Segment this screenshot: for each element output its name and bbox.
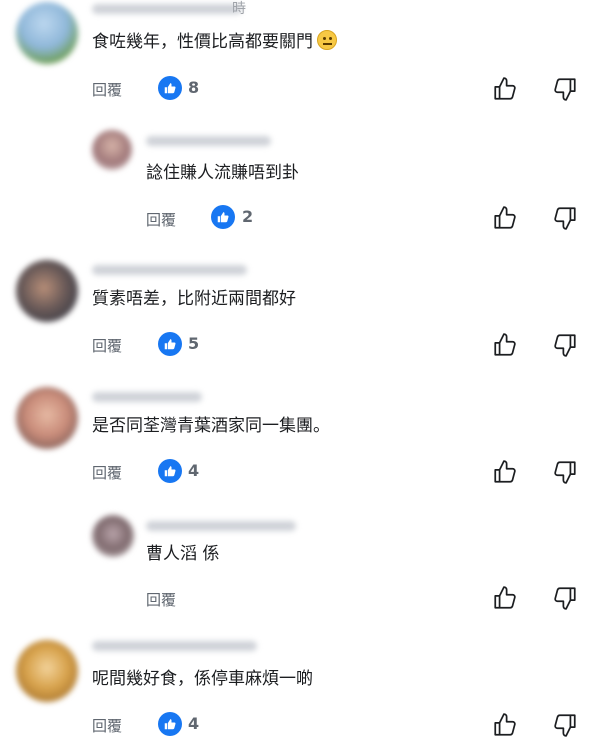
avatar[interactable] — [16, 2, 78, 64]
comment-text: 食咗幾年，性價比高都要關門 — [92, 30, 337, 54]
commenter-name[interactable] — [146, 521, 296, 531]
reply-button[interactable]: 回覆 — [92, 335, 122, 356]
reply-button[interactable]: 回覆 — [146, 589, 176, 610]
like-reaction-icon — [211, 205, 235, 229]
commenter-name[interactable] — [92, 4, 242, 14]
comment-5: 曹人滔 係 回覆 — [0, 505, 600, 630]
comment-text: 是否同荃灣青葉酒家同一集團。 — [92, 416, 330, 436]
comment-3: 質素唔差，比附近兩間都好 回覆 5 — [0, 255, 600, 375]
commenter-name[interactable] — [92, 641, 257, 651]
avatar[interactable] — [92, 130, 132, 170]
like-reaction-icon — [158, 76, 182, 100]
like-count: 5 — [188, 334, 200, 353]
thumbs-up-icon[interactable] — [490, 457, 520, 487]
timestamp-fragment: 時 — [232, 1, 246, 17]
comment-text: 呢間幾好食，係停車麻煩一啲 — [92, 669, 313, 689]
like-reaction-icon — [158, 459, 182, 483]
thumbs-up-icon[interactable] — [490, 710, 520, 740]
comment-4: 是否同荃灣青葉酒家同一集團。 回覆 4 — [0, 380, 600, 505]
commenter-name[interactable] — [92, 265, 247, 275]
thumbs-up-icon[interactable] — [490, 330, 520, 360]
like-count: 2 — [242, 207, 254, 226]
like-count: 8 — [188, 78, 200, 97]
commenter-name[interactable] — [92, 392, 202, 402]
comment-2: 諗住賺人流賺唔到卦 回覆 2 — [0, 120, 600, 250]
comment-6: 呢間幾好食，係停車麻煩一啲 回覆 4 — [0, 635, 600, 751]
thumbs-down-icon[interactable] — [550, 457, 580, 487]
thumbs-down-icon[interactable] — [550, 330, 580, 360]
comment-text: 質素唔差，比附近兩間都好 — [92, 289, 296, 309]
reply-button[interactable]: 回覆 — [92, 462, 122, 483]
like-count: 4 — [188, 714, 200, 733]
avatar[interactable] — [16, 260, 78, 322]
like-count: 4 — [188, 461, 200, 480]
thumbs-up-icon[interactable] — [490, 583, 520, 613]
commenter-name[interactable] — [146, 136, 271, 146]
avatar[interactable] — [16, 387, 78, 449]
reply-button[interactable]: 回覆 — [92, 79, 122, 100]
thumbs-down-icon[interactable] — [550, 203, 580, 233]
thumbs-down-icon[interactable] — [550, 74, 580, 104]
thumbs-up-icon[interactable] — [490, 203, 520, 233]
comment-text: 諗住賺人流賺唔到卦 — [146, 163, 299, 183]
avatar[interactable] — [92, 515, 134, 557]
comment-text: 曹人滔 係 — [146, 544, 220, 564]
thumbs-down-icon[interactable] — [550, 710, 580, 740]
like-reaction-icon — [158, 332, 182, 356]
reply-button[interactable]: 回覆 — [92, 715, 122, 736]
thumbs-up-icon[interactable] — [490, 74, 520, 104]
like-reaction-icon — [158, 712, 182, 736]
raised-eyebrow-emoji-icon — [317, 30, 337, 50]
thumbs-down-icon[interactable] — [550, 583, 580, 613]
comment-1: 時 食咗幾年，性價比高都要關門 回覆 8 — [0, 0, 600, 120]
avatar[interactable] — [16, 640, 78, 702]
reply-button[interactable]: 回覆 — [146, 209, 176, 230]
